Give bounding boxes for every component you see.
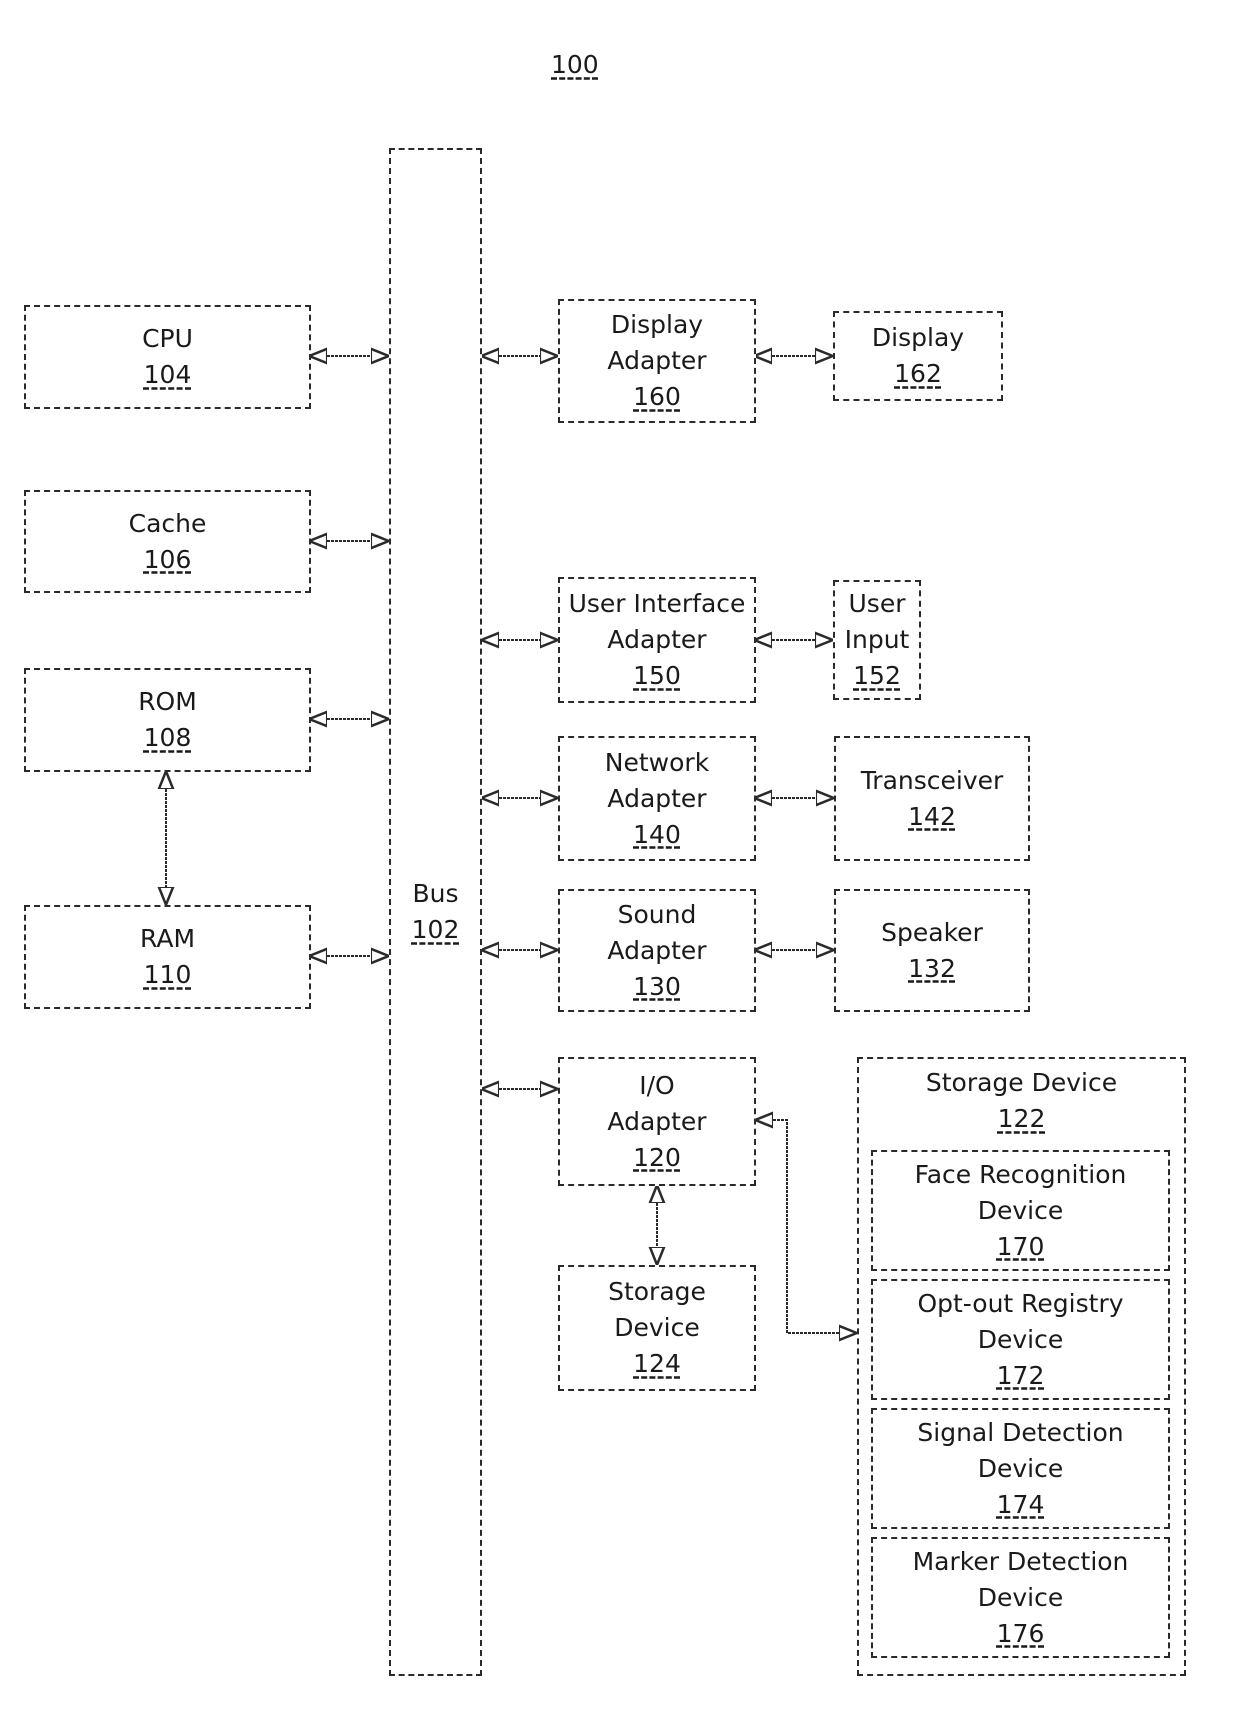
ram-label: RAM	[139, 924, 196, 953]
display-label: Display	[871, 323, 965, 352]
face-recognition-line-2: Device	[977, 1195, 1064, 1225]
signal-detection-line-1: Signal Detection	[917, 1417, 1124, 1447]
network-adapter-line-2: Adapter	[607, 783, 707, 813]
bus-box[interactable]: Bus 102	[389, 148, 482, 1676]
opt-out-registry-line-2: Device	[977, 1324, 1064, 1354]
arrow-io-adapter-storage-122	[757, 1120, 855, 1333]
signal-detection-device-box[interactable]: Signal Detection Device 174	[871, 1408, 1170, 1529]
storage-124-box[interactable]: Storage Device 124	[558, 1265, 756, 1391]
display-adapter-line-1: Display	[610, 310, 704, 339]
ram-box[interactable]: RAM 110	[24, 905, 311, 1009]
bus-ref: 102	[411, 915, 460, 944]
speaker-ref: 132	[908, 953, 956, 983]
storage-122-label: Storage Device	[925, 1068, 1118, 1097]
ui-adapter-line-2: Adapter	[607, 625, 707, 654]
marker-detection-ref: 176	[996, 1618, 1045, 1648]
io-adapter-line-1: I/O	[639, 1070, 675, 1100]
cache-box[interactable]: Cache 106	[24, 490, 311, 593]
cpu-ref: 104	[143, 360, 192, 389]
network-adapter-box[interactable]: Network Adapter 140	[558, 736, 756, 861]
marker-detection-line-1: Marker Detection	[912, 1546, 1129, 1576]
io-adapter-line-2: Adapter	[607, 1106, 707, 1136]
sound-adapter-box[interactable]: Sound Adapter 130	[558, 889, 756, 1012]
network-adapter-line-1: Network	[604, 747, 710, 777]
ui-adapter-line-1: User Interface	[568, 589, 746, 618]
ui-adapter-ref: 150	[633, 661, 681, 690]
speaker-box[interactable]: Speaker 132	[834, 889, 1030, 1012]
display-adapter-box[interactable]: Display Adapter 160	[558, 299, 756, 423]
cache-ref: 106	[143, 544, 192, 574]
cpu-label: CPU	[142, 324, 193, 353]
marker-detection-line-2: Device	[977, 1582, 1064, 1612]
bus-label: Bus	[412, 879, 459, 908]
face-recognition-device-box[interactable]: Face Recognition Device 170	[871, 1150, 1170, 1271]
rom-label: ROM	[138, 687, 197, 716]
user-input-box[interactable]: User Input 152	[833, 580, 921, 700]
opt-out-registry-ref: 172	[996, 1360, 1045, 1390]
opt-out-registry-line-1: Opt-out Registry	[917, 1288, 1124, 1318]
storage-122-ref: 122	[997, 1104, 1046, 1133]
marker-detection-device-box[interactable]: Marker Detection Device 176	[871, 1537, 1170, 1658]
signal-detection-ref: 174	[996, 1489, 1045, 1519]
rom-box[interactable]: ROM 108	[24, 668, 311, 772]
face-recognition-line-1: Face Recognition	[914, 1159, 1127, 1189]
figure-reference: 100	[551, 50, 599, 79]
io-adapter-box[interactable]: I/O Adapter 120	[558, 1057, 756, 1186]
transceiver-label: Transceiver	[860, 765, 1004, 795]
storage-124-line-2: Device	[614, 1313, 700, 1342]
storage-124-line-1: Storage	[608, 1277, 706, 1306]
transceiver-box[interactable]: Transceiver 142	[834, 736, 1030, 861]
cache-label: Cache	[128, 508, 207, 538]
speaker-label: Speaker	[881, 917, 983, 947]
rom-ref: 108	[143, 723, 192, 752]
sound-adapter-line-2: Adapter	[607, 935, 707, 965]
display-adapter-line-2: Adapter	[607, 346, 707, 375]
io-adapter-ref: 120	[633, 1142, 681, 1172]
sound-adapter-ref: 130	[633, 971, 681, 1001]
display-adapter-ref: 160	[633, 382, 681, 411]
ui-adapter-box[interactable]: User Interface Adapter 150	[558, 577, 756, 703]
storage-124-ref: 124	[633, 1349, 681, 1378]
ram-ref: 110	[143, 960, 192, 989]
display-box[interactable]: Display 162	[833, 311, 1003, 401]
opt-out-registry-device-box[interactable]: Opt-out Registry Device 172	[871, 1279, 1170, 1400]
user-input-ref: 152	[853, 661, 901, 690]
user-input-line-1: User	[848, 589, 906, 618]
user-input-line-2: Input	[844, 625, 910, 654]
cpu-box[interactable]: CPU 104	[24, 305, 311, 409]
transceiver-ref: 142	[908, 801, 956, 831]
sound-adapter-line-1: Sound	[617, 899, 697, 929]
face-recognition-ref: 170	[996, 1231, 1045, 1261]
signal-detection-line-2: Device	[977, 1453, 1064, 1483]
display-ref: 162	[894, 359, 942, 388]
network-adapter-ref: 140	[633, 819, 681, 849]
